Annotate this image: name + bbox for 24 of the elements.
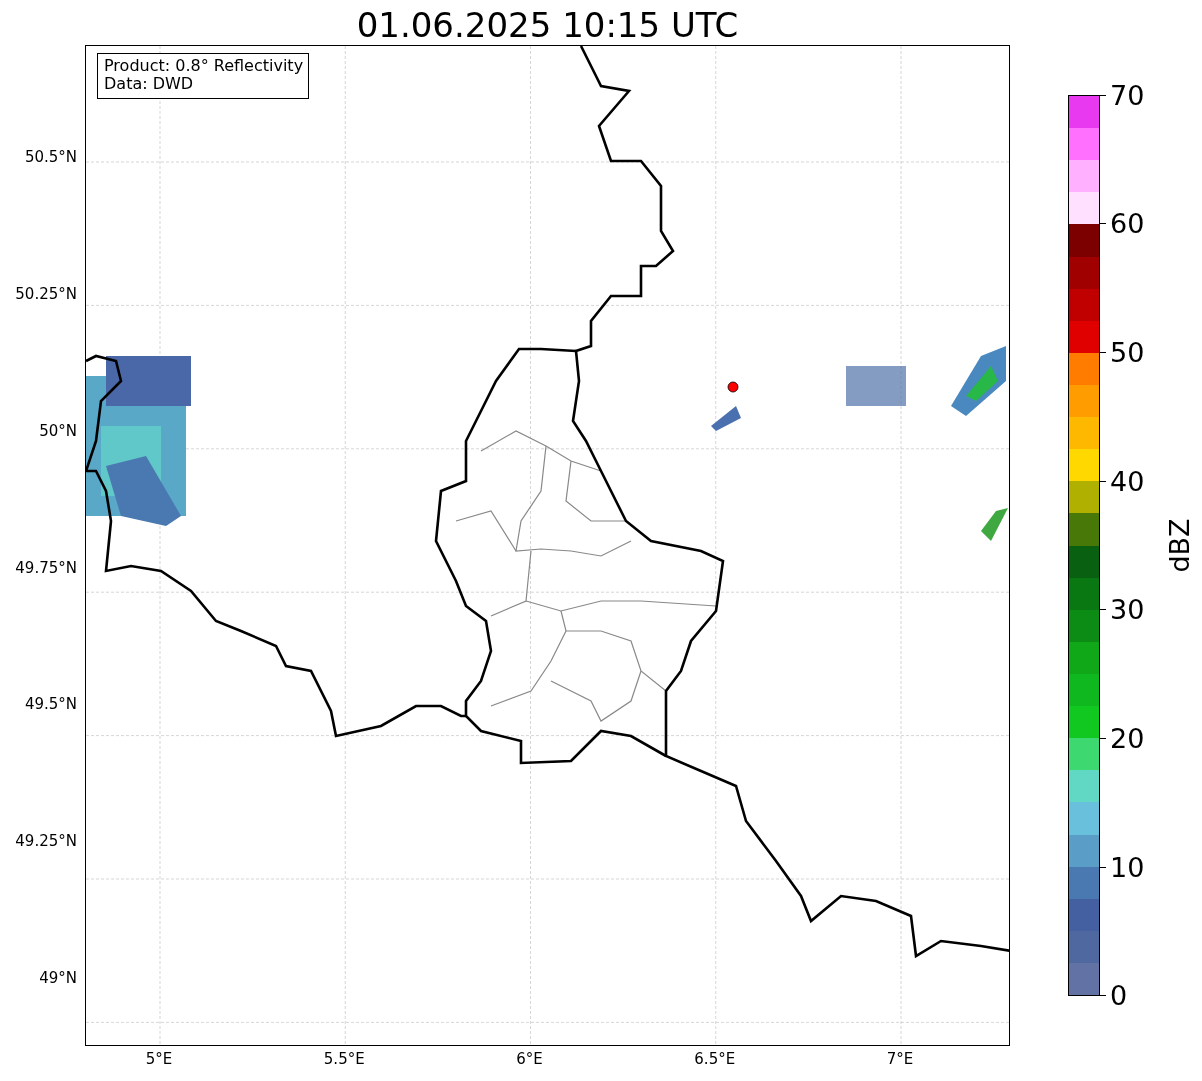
colorbar-tick-label: 70: [1109, 79, 1145, 111]
latitude-label: 50.25°N: [15, 285, 77, 304]
latitude-label: 49°N: [39, 968, 77, 987]
latitude-label: 49.25°N: [15, 831, 77, 850]
chart-title: 01.06.2025 10:15 UTC: [355, 4, 740, 45]
colorbar-label: dBZ: [1163, 518, 1195, 573]
colorbar-tick-label: 10: [1109, 851, 1145, 883]
colorbar-tick-label: 20: [1109, 722, 1145, 754]
latitude-label: 49.75°N: [15, 558, 77, 577]
info-text: Data: DWD: [104, 75, 195, 93]
longitude-label: 5°E: [145, 1050, 173, 1068]
info-text: Product: 0.8° Reflectivity: [104, 57, 304, 75]
longitude-label: 6.5°E: [694, 1050, 736, 1068]
colorbar-tick-label: 40: [1109, 465, 1145, 497]
latitude-label: 50.5°N: [24, 148, 77, 167]
latitude-label: 50°N: [39, 421, 77, 440]
colorbar-tick-label: 0: [1109, 980, 1128, 1012]
longitude-label: 7°E: [886, 1050, 914, 1068]
longitude-label: 6°E: [516, 1050, 543, 1068]
colorbar-tick-label: 30: [1109, 594, 1145, 626]
colorbar-tick-label: 50: [1109, 336, 1145, 368]
latitude-label: 49.5°N: [24, 695, 77, 714]
longitude-label: 5.5°E: [323, 1050, 365, 1068]
colorbar-tick-label: 60: [1109, 208, 1145, 240]
